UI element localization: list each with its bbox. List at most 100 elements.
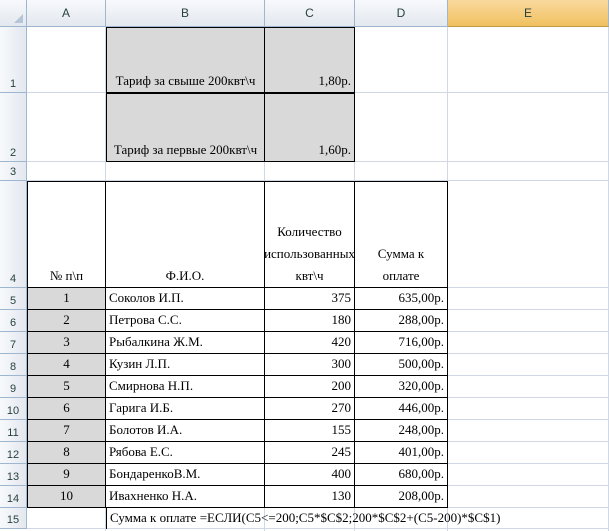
row-name-cell[interactable]: Рябова Е.С. [106,442,265,464]
row-sum-cell-text: 500,00р. [398,356,445,371]
row-sum-cell[interactable]: 208,00р. [355,486,448,508]
row-name-cell[interactable]: БондаренкоВ.М. [106,464,265,486]
header-num-cell[interactable]: № п\п [27,181,106,288]
select-all-corner[interactable] [0,0,27,27]
row-num-cell[interactable]: 1 [27,288,106,310]
row-header-5[interactable]: 5 [0,288,27,310]
row-sum-cell-text: 288,00р. [398,312,445,327]
row-header-6[interactable]: 6 [0,310,27,332]
row-header-15[interactable]: 15 [0,508,27,529]
header-name-cell[interactable]: Ф.И.О. [106,181,265,288]
row-kwh-cell-text: 375 [331,290,352,305]
row-name-cell[interactable]: Рыбалкина Ж.М. [106,332,265,354]
spreadsheet-grid[interactable]: ABCDE 1 2 3 4 5 6 7 8 9 10 11 12 13 14 15 Тариф за свы… [0,0,609,531]
row-name-cell[interactable]: Петрова С.С. [106,310,265,332]
row-name-cell[interactable]: Смирнова Н.П. [106,376,265,398]
row-name-cell[interactable]: Гарига И.Б. [106,398,265,420]
row-sum-cell[interactable]: 680,00р. [355,464,448,486]
row-kwh-cell[interactable]: 200 [265,376,355,398]
tariff-value-cell-text: 1,60р. [318,142,352,157]
row-num-cell[interactable]: 2 [27,310,106,332]
tariff-value-cell[interactable]: 1,60р. [265,93,355,162]
row-header-7[interactable]: 7 [0,332,27,354]
row-sum-cell[interactable]: 446,00р. [355,398,448,420]
row-header-4[interactable]: 4 [0,181,27,288]
row-sum-cell-text: 446,00р. [398,400,445,415]
row-kwh-cell-text: 300 [331,356,352,371]
row-sum-cell-text: 680,00р. [398,466,445,481]
row-header-3[interactable]: 3 [0,162,27,181]
column-header-A[interactable]: A [27,0,106,27]
row-sum-cell-text: 248,00р. [398,422,445,437]
row-name-cell[interactable]: Кузин Л.П. [106,354,265,376]
row-kwh-cell[interactable]: 375 [265,288,355,310]
row-num-cell[interactable]: 5 [27,376,106,398]
row-header-8[interactable]: 8 [0,354,27,376]
row-header-12[interactable]: 12 [0,442,27,464]
row-header-10[interactable]: 10 [0,398,27,420]
row-num-cell-text: 7 [63,422,70,437]
tariff-label-cell-text: Тариф за свыше 200квт\ч [115,73,256,88]
column-header-D[interactable]: D [355,0,448,27]
row-kwh-cell-text: 245 [331,444,352,459]
row-num-cell-text: 6 [63,400,70,415]
row-sum-cell[interactable]: 320,00р. [355,376,448,398]
row-kwh-cell-text: 180 [331,312,352,327]
row-name-cell-text: Ивахненко Н.А. [109,488,197,503]
row-sum-cell[interactable]: 401,00р. [355,442,448,464]
tariff-label-cell[interactable]: Тариф за первые 200квт\ч [106,93,265,162]
row-kwh-cell[interactable]: 270 [265,398,355,420]
header-num-cell-text: № п\п [49,268,84,283]
column-header-C[interactable]: C [265,0,355,27]
column-header-B[interactable]: B [106,0,265,27]
row-kwh-cell-text: 200 [331,378,352,393]
row-num-cell[interactable]: 9 [27,464,106,486]
row-kwh-cell-text: 270 [331,400,352,415]
formula-note-cell[interactable]: Сумма к оплате =ЕСЛИ(C5<=200;C5*$C$2;200… [106,508,500,529]
row-kwh-cell[interactable]: 130 [265,486,355,508]
column-header-E[interactable]: E [448,0,609,27]
row-kwh-cell[interactable]: 155 [265,420,355,442]
row-name-cell-text: Кузин Л.П. [109,356,171,371]
header-sum-cell[interactable]: Сумма к оплате [355,181,448,288]
row-name-cell-text: Рябова Е.С. [109,444,173,459]
row-header-13[interactable]: 13 [0,464,27,486]
row-num-cell-text: 2 [63,312,70,327]
row-header-9[interactable]: 9 [0,376,27,398]
row-kwh-cell[interactable]: 300 [265,354,355,376]
row-sum-cell-text: 635,00р. [398,290,445,305]
row-sum-cell-text: 716,00р. [398,334,445,349]
row-num-cell[interactable]: 3 [27,332,106,354]
row-sum-cell[interactable]: 248,00р. [355,420,448,442]
row-sum-cell[interactable]: 500,00р. [355,354,448,376]
row-sum-cell-text: 401,00р. [398,444,445,459]
row-sum-cell-text: 320,00р. [398,378,445,393]
tariff-value-cell[interactable]: 1,80р. [265,27,355,93]
header-kwh-cell-text: Количество использованных квт\ч [264,224,355,283]
row-num-cell-text: 9 [63,466,70,481]
row-header-1[interactable]: 1 [0,27,27,93]
row-sum-cell[interactable]: 635,00р. [355,288,448,310]
row-num-cell[interactable]: 6 [27,398,106,420]
tariff-value-cell-text: 1,80р. [318,73,352,88]
row-sum-cell[interactable]: 716,00р. [355,332,448,354]
header-kwh-cell[interactable]: Количество использованных квт\ч [264,181,355,288]
row-num-cell[interactable]: 10 [27,486,106,508]
row-name-cell[interactable]: Ивахненко Н.А. [106,486,265,508]
row-kwh-cell[interactable]: 180 [265,310,355,332]
row-name-cell[interactable]: Соколов И.П. [106,288,265,310]
row-header-11[interactable]: 11 [0,420,27,442]
row-kwh-cell[interactable]: 400 [265,464,355,486]
row-num-cell[interactable]: 4 [27,354,106,376]
row-num-cell[interactable]: 8 [27,442,106,464]
row-header-14[interactable]: 14 [0,486,27,508]
row-name-cell[interactable]: Болотов И.А. [106,420,265,442]
row-sum-cell[interactable]: 288,00р. [355,310,448,332]
tariff-label-cell[interactable]: Тариф за свыше 200квт\ч [106,27,265,93]
row-num-cell-text: 8 [63,444,70,459]
row-kwh-cell[interactable]: 420 [265,332,355,354]
row-header-2[interactable]: 2 [0,93,27,162]
formula-note-cell-text: Сумма к оплате =ЕСЛИ(C5<=200;C5*$C$2;200… [110,510,501,525]
row-num-cell[interactable]: 7 [27,420,106,442]
row-kwh-cell[interactable]: 245 [265,442,355,464]
